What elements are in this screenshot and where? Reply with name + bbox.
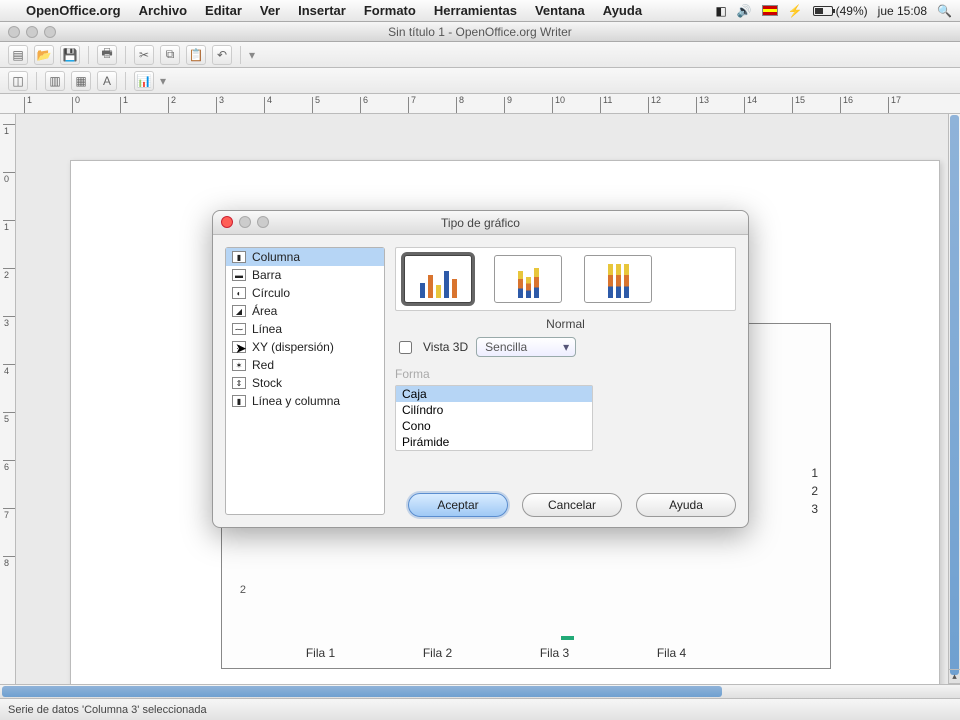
chart-legend: 1 2 3: [811, 464, 818, 518]
line-chart-icon: ⁓: [232, 323, 246, 335]
pie-chart-icon: ◐: [232, 287, 246, 299]
window-titlebar: Sin título 1 - OpenOffice.org Writer: [0, 22, 960, 42]
shape-cilindro[interactable]: Cilíndro: [396, 402, 592, 418]
chart-subtype-normal[interactable]: [404, 255, 472, 303]
chart-type-barra[interactable]: ▬Barra: [226, 266, 384, 284]
menu-formato[interactable]: Formato: [364, 3, 416, 18]
cut-button[interactable]: ✂: [134, 45, 154, 65]
volume-icon[interactable]: 🔊: [737, 4, 752, 18]
menu-editar[interactable]: Editar: [205, 3, 242, 18]
close-icon[interactable]: [8, 26, 20, 38]
status-text: Serie de datos 'Columna 3' seleccionada: [8, 704, 207, 716]
help-button[interactable]: Ayuda: [636, 493, 736, 517]
combo-chart-icon: ▮: [232, 395, 246, 407]
horizontal-scrollbar[interactable]: [0, 684, 960, 698]
menu-archivo[interactable]: Archivo: [139, 3, 187, 18]
scroll-up-icon[interactable]: ▴: [949, 669, 960, 683]
window-traffic-lights[interactable]: [8, 26, 56, 38]
chart-tool-2[interactable]: ▥: [45, 71, 65, 91]
menu-ventana[interactable]: Ventana: [535, 3, 585, 18]
minimize-icon[interactable]: [26, 26, 38, 38]
shape-label: Forma: [395, 367, 736, 381]
chart-type-circulo[interactable]: ◐Círculo: [226, 284, 384, 302]
display-icon[interactable]: ◧: [715, 4, 726, 18]
menubar-app-name[interactable]: OpenOffice.org: [26, 3, 121, 18]
chart-type-button[interactable]: 📊: [134, 71, 154, 91]
chart-type-columna[interactable]: ▮Columna: [226, 248, 384, 266]
scrollbar-thumb[interactable]: [2, 686, 722, 697]
chart-tool-3[interactable]: ▦: [71, 71, 91, 91]
toolbar-main: ▤ 📂 💾 🖶 ✂ ⧉ 📋 ↶ ▾: [0, 42, 960, 68]
toolbar-chart: ◫ ▥ ▦ A 📊 ▾: [0, 68, 960, 94]
print-button[interactable]: 🖶: [97, 45, 117, 65]
toolbar-more-icon[interactable]: ▾: [249, 48, 255, 62]
undo-button[interactable]: ↶: [212, 45, 232, 65]
chart-type-area[interactable]: ◢Área: [226, 302, 384, 320]
vista-3d-label: Vista 3D: [423, 340, 468, 354]
bar-chart-icon: ▬: [232, 269, 246, 281]
ruler-vertical[interactable]: 1 0 1 2 3 4 5 6 7 8: [0, 114, 16, 698]
chart-subtype-percent[interactable]: [584, 255, 652, 303]
chart-subtype-row: [395, 247, 736, 311]
chart-subtype-stacked[interactable]: [494, 255, 562, 303]
menu-ayuda[interactable]: Ayuda: [603, 3, 642, 18]
cancel-button[interactable]: Cancelar: [522, 493, 622, 517]
chart-type-dialog: Tipo de gráfico ▮Columna ▬Barra ◐Círculo…: [212, 210, 749, 528]
shape-list[interactable]: Caja Cilíndro Cono Pirámide: [395, 385, 593, 451]
column-chart-icon: ▮: [232, 251, 246, 263]
new-doc-button[interactable]: ▤: [8, 45, 28, 65]
chart-type-list[interactable]: ▮Columna ▬Barra ◐Círculo ◢Área ⁓Línea ∴X…: [225, 247, 385, 515]
dialog-close-icon[interactable]: [221, 216, 233, 228]
save-button[interactable]: 💾: [60, 45, 80, 65]
menubar-clock[interactable]: jue 15:08: [878, 4, 927, 18]
menu-insertar[interactable]: Insertar: [298, 3, 346, 18]
chart-x-axis: Fila 1 Fila 2 Fila 3 Fila 4: [262, 646, 730, 660]
spotlight-icon[interactable]: 🔍: [937, 4, 952, 18]
stock-chart-icon: ⇕: [232, 377, 246, 389]
menu-herramientas[interactable]: Herramientas: [434, 3, 517, 18]
chart-type-linea-columna[interactable]: ▮Línea y columna: [226, 392, 384, 410]
status-bar: Serie de datos 'Columna 3' seleccionada: [0, 698, 960, 720]
shape-cono[interactable]: Cono: [396, 418, 592, 434]
chart-subtype-label: Normal: [395, 317, 736, 331]
battery-indicator[interactable]: (49%): [813, 4, 868, 18]
accept-button[interactable]: Aceptar: [408, 493, 508, 517]
chart-type-xy[interactable]: ∴XY (dispersión): [226, 338, 384, 356]
chart-tool-4[interactable]: A: [97, 71, 117, 91]
paste-button[interactable]: 📋: [186, 45, 206, 65]
area-chart-icon: ◢: [232, 305, 246, 317]
chart-tool-1[interactable]: ◫: [8, 71, 28, 91]
window-title: Sin título 1 - OpenOffice.org Writer: [388, 25, 572, 39]
radar-chart-icon: ✶: [232, 359, 246, 371]
battery-percent: (49%): [836, 4, 868, 18]
chart-type-stock[interactable]: ⇕Stock: [226, 374, 384, 392]
dialog-title: Tipo de gráfico: [441, 216, 520, 230]
macos-menubar: OpenOffice.org Archivo Editar Ver Insert…: [0, 0, 960, 22]
scrollbar-thumb[interactable]: [950, 115, 959, 675]
ruler-horizontal[interactable]: 1 0 1 2 3 4 5 6 7 8 9 10 11 12 13 14 15 …: [0, 94, 960, 114]
vertical-scrollbar[interactable]: ▴ ▾: [948, 114, 960, 698]
open-button[interactable]: 📂: [34, 45, 54, 65]
vista-3d-checkbox[interactable]: [399, 341, 412, 354]
toolbar-more-icon[interactable]: ▾: [160, 74, 166, 88]
charging-icon: ⚡: [788, 4, 803, 18]
dialog-minimize-icon: [239, 216, 251, 228]
zoom-icon[interactable]: [44, 26, 56, 38]
mouse-cursor-icon: ➤: [235, 340, 247, 357]
dialog-titlebar[interactable]: Tipo de gráfico: [213, 211, 748, 235]
scheme-select[interactable]: Sencilla: [476, 337, 576, 357]
shape-caja[interactable]: Caja: [396, 386, 592, 402]
input-language-icon[interactable]: [762, 5, 778, 16]
menu-ver[interactable]: Ver: [260, 3, 280, 18]
dialog-zoom-icon: [257, 216, 269, 228]
copy-button[interactable]: ⧉: [160, 45, 180, 65]
shape-piramide[interactable]: Pirámide: [396, 434, 592, 450]
chart-type-red[interactable]: ✶Red: [226, 356, 384, 374]
chart-type-linea[interactable]: ⁓Línea: [226, 320, 384, 338]
